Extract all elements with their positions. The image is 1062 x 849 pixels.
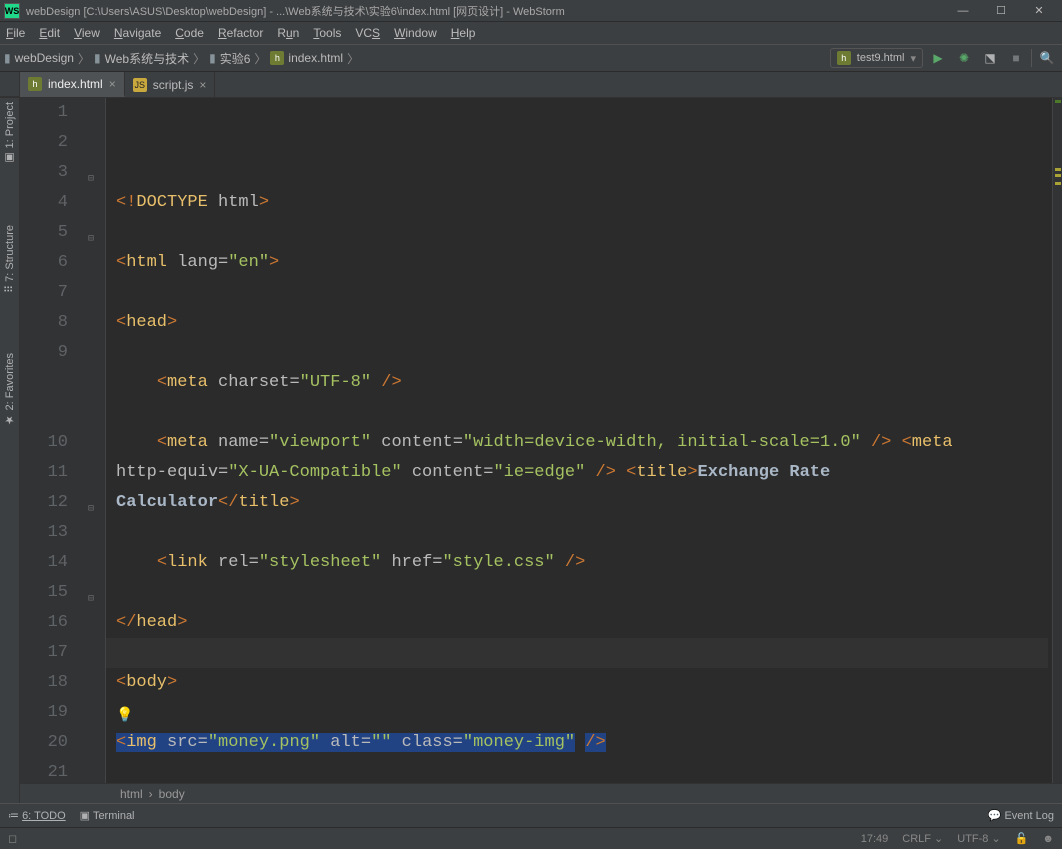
webstorm-app-icon: WS — [4, 3, 20, 19]
html-file-icon: h — [28, 77, 42, 91]
close-tab-icon[interactable]: × — [199, 78, 206, 92]
chevron-down-icon: ▾ — [910, 52, 916, 65]
fold-toggle-icon[interactable]: ⊟ — [88, 585, 100, 597]
window-title: webDesign [C:\Users\ASUS\Desktop\webDesi… — [26, 3, 944, 19]
status-icon[interactable]: ◻ — [8, 832, 17, 845]
tab-label: script.js — [153, 78, 194, 92]
fold-toggle-icon[interactable]: ⊟ — [88, 225, 100, 237]
tool-project[interactable]: ▣ 1: Project — [3, 102, 16, 165]
tool-terminal[interactable]: ▣ Terminal — [80, 809, 135, 822]
chevron-right-icon: 〉 — [347, 50, 359, 67]
menu-help[interactable]: Help — [451, 26, 476, 40]
breadcrumb-item[interactable]: ▮webDesign — [4, 51, 74, 65]
folder-icon: ▮ — [209, 51, 216, 65]
error-stripe[interactable] — [1052, 98, 1062, 783]
minimize-button[interactable]: — — [944, 1, 982, 21]
chevron-right-icon: 〉 — [78, 50, 90, 67]
line-separator[interactable]: CRLF ⌄ — [902, 832, 943, 845]
crumb-item[interactable]: html — [120, 787, 143, 801]
close-tab-icon[interactable]: × — [109, 77, 116, 91]
left-tool-rail: ▣ 1: Project ⠿ 7: Structure ★ 2: Favorit… — [0, 98, 20, 803]
crumb-item[interactable]: body — [159, 787, 185, 801]
folder-icon: ▮ — [4, 51, 11, 65]
line-number-gutter[interactable]: 123456789101112131415161718192021 — [20, 98, 86, 783]
stop-button[interactable]: ■ — [1005, 47, 1027, 69]
tab-index-html[interactable]: h index.html × — [20, 72, 125, 97]
tool-todo[interactable]: ≔ 6: TODO — [8, 809, 66, 822]
folder-icon: ▮ — [94, 51, 101, 65]
coverage-button[interactable]: ⬔ — [979, 47, 1001, 69]
editor-tabs: h index.html × JS script.js × — [0, 72, 1062, 98]
hector-icon[interactable]: ☻ — [1042, 833, 1054, 845]
current-line-highlight — [106, 638, 1048, 668]
menu-file[interactable]: File — [6, 26, 25, 40]
menu-code[interactable]: Code — [175, 26, 204, 40]
maximize-button[interactable]: ☐ — [982, 1, 1020, 21]
tool-eventlog[interactable]: 💬 Event Log — [988, 809, 1054, 822]
tab-script-js[interactable]: JS script.js × — [125, 72, 216, 97]
breadcrumb: ▮webDesign 〉 ▮Web系统与技术 〉 ▮实验6 〉 hindex.h… — [4, 50, 830, 67]
html-file-icon: h — [837, 51, 851, 65]
code-editor[interactable]: 123456789101112131415161718192021 ⊟ ⊟ ⊟ … — [20, 98, 1062, 783]
tab-label: index.html — [48, 77, 103, 91]
run-button[interactable]: ▶ — [927, 47, 949, 69]
bottom-toolbar: ≔ 6: TODO ▣ Terminal 💬 Event Log — [0, 803, 1062, 827]
caret-position[interactable]: 17:49 — [861, 833, 889, 845]
status-bar: ◻ 17:49 CRLF ⌄ UTF-8 ⌄ 🔓 ☻ — [0, 827, 1062, 849]
menubar: File Edit View Navigate Code Refactor Ru… — [0, 22, 1062, 44]
close-window-button[interactable]: ✕ — [1020, 1, 1058, 21]
search-everywhere-button[interactable]: 🔍 — [1036, 47, 1058, 69]
menu-window[interactable]: Window — [394, 26, 437, 40]
breadcrumb-item[interactable]: hindex.html — [270, 51, 343, 65]
menu-edit[interactable]: Edit — [39, 26, 60, 40]
tool-structure[interactable]: ⠿ 7: Structure — [3, 225, 16, 293]
editor-breadcrumb: html › body — [20, 783, 1062, 803]
fold-toggle-icon[interactable]: ⊟ — [88, 495, 100, 507]
intention-bulb-icon[interactable]: 💡 — [116, 701, 130, 715]
titlebar: WS webDesign [C:\Users\ASUS\Desktop\webD… — [0, 0, 1062, 22]
chevron-right-icon: 〉 — [193, 50, 205, 67]
menu-run[interactable]: Run — [277, 26, 299, 40]
menu-navigate[interactable]: Navigate — [114, 26, 161, 40]
chevron-right-icon: 〉 — [254, 50, 266, 67]
menu-view[interactable]: View — [74, 26, 100, 40]
html-file-icon: h — [270, 51, 284, 65]
menu-tools[interactable]: Tools — [313, 26, 341, 40]
menu-vcs[interactable]: VCS — [355, 26, 380, 40]
file-encoding[interactable]: UTF-8 ⌄ — [957, 832, 1000, 845]
fold-toggle-icon[interactable]: ⊟ — [88, 165, 100, 177]
breadcrumb-item[interactable]: ▮实验6 — [209, 50, 250, 67]
js-file-icon: JS — [133, 78, 147, 92]
menu-refactor[interactable]: Refactor — [218, 26, 263, 40]
tool-favorites[interactable]: ★ 2: Favorites — [3, 353, 16, 427]
breadcrumb-item[interactable]: ▮Web系统与技术 — [94, 50, 189, 67]
chevron-right-icon: › — [149, 787, 153, 801]
navigation-bar: ▮webDesign 〉 ▮Web系统与技术 〉 ▮实验6 〉 hindex.h… — [0, 44, 1062, 72]
run-config-selector[interactable]: h test9.html ▾ — [830, 48, 923, 68]
debug-button[interactable]: ✺ — [953, 47, 975, 69]
code-area[interactable]: <!DOCTYPE html><html lang="en"><head> <m… — [106, 98, 1052, 783]
fold-column[interactable]: ⊟ ⊟ ⊟ ⊟ — [86, 98, 106, 783]
run-config-label: test9.html — [857, 52, 905, 64]
readonly-toggle-icon[interactable]: 🔓 — [1015, 832, 1029, 845]
